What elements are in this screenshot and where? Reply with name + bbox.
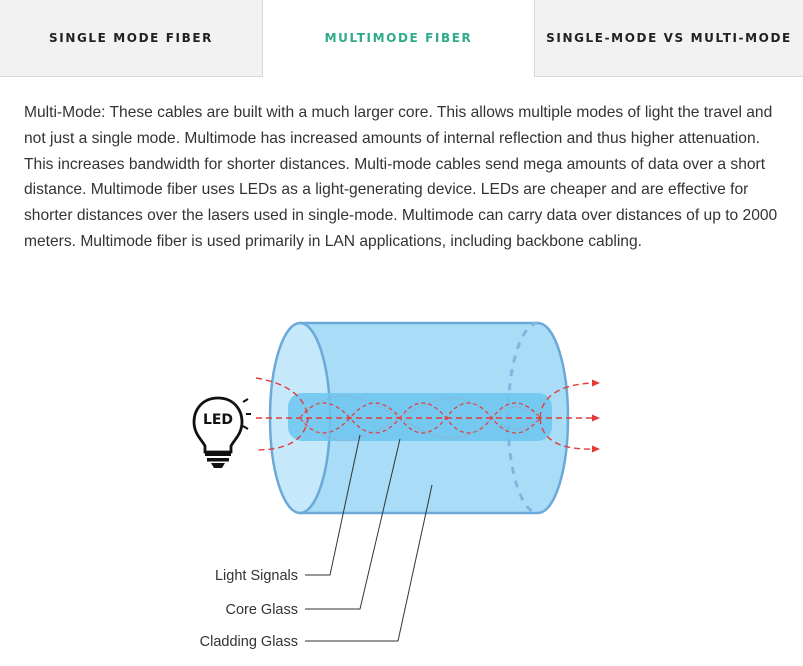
led-bulb-icon: LED — [192, 396, 251, 468]
description-paragraph: Multi-Mode: These cables are built with … — [24, 104, 778, 250]
tab-single-mode-fiber[interactable]: SINGLE MODE FIBER — [0, 0, 263, 77]
label-light-signals: Light Signals — [215, 568, 298, 584]
arrow-top-icon — [592, 379, 600, 387]
label-core-glass: Core Glass — [225, 602, 298, 618]
arrow-middle-icon — [592, 414, 600, 422]
label-cladding-glass: Cladding Glass — [200, 634, 298, 650]
tab-bar: SINGLE MODE FIBER MULTIMODE FIBER SINGLE… — [0, 0, 803, 78]
led-label: LED — [203, 412, 233, 428]
core-glass — [288, 393, 552, 441]
tab-multimode-fiber[interactable]: MULTIMODE FIBER — [263, 0, 534, 77]
tab-single-mode-vs-multi-mode[interactable]: SINGLE-MODE VS MULTI-MODE — [534, 0, 803, 77]
arrow-bottom-icon — [592, 445, 600, 453]
multimode-fiber-diagram: LED Light Signals Core Glass Cladding Gl… — [192, 321, 600, 650]
tab-content: Multi-Mode: These cables are built with … — [24, 100, 784, 255]
